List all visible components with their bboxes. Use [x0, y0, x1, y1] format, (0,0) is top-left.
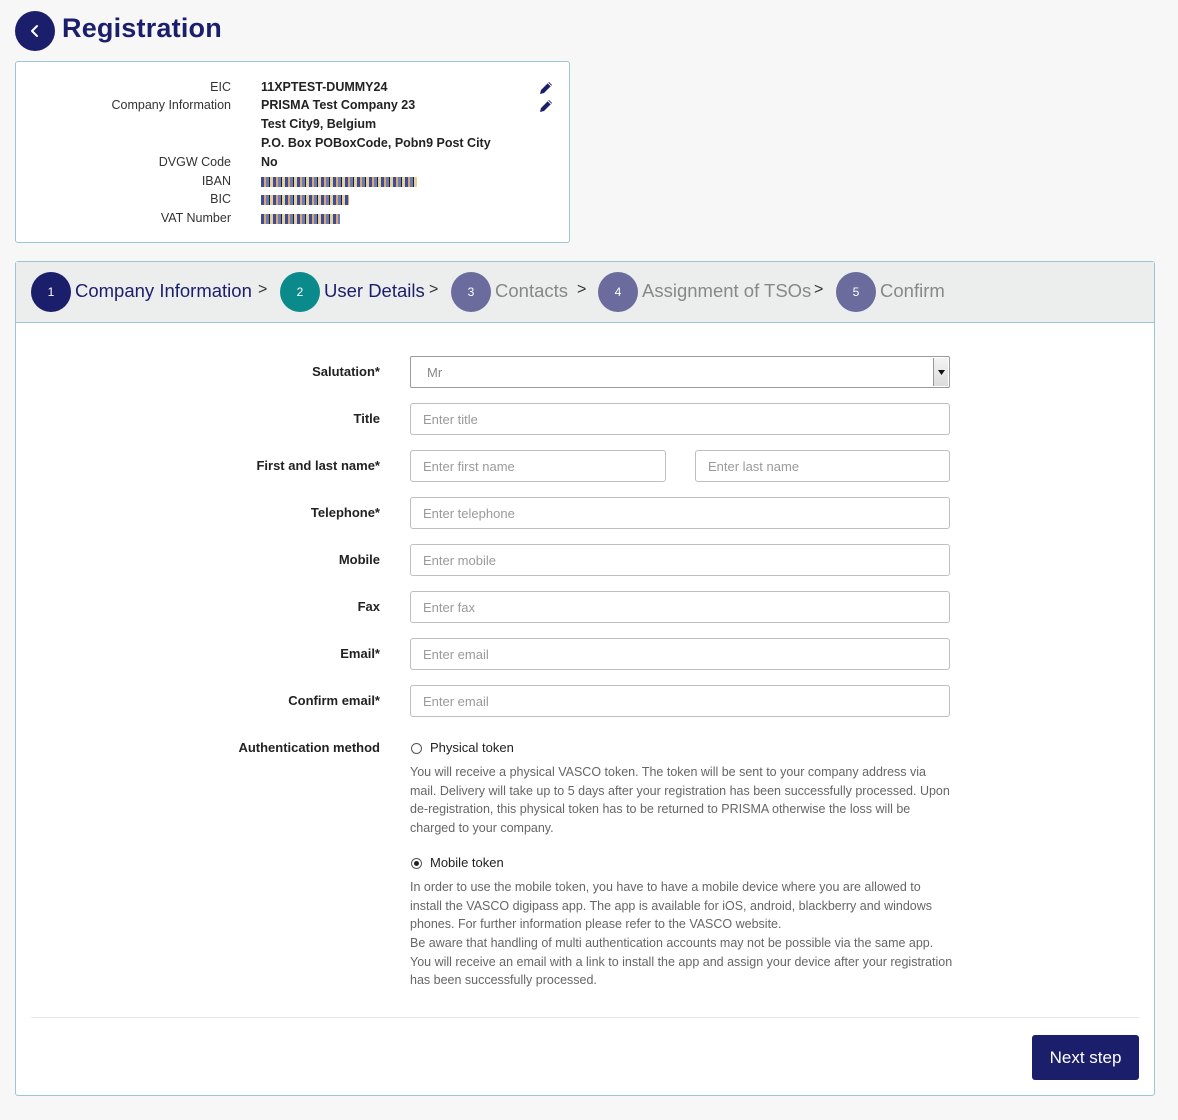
mobile-label: Mobile [338, 552, 380, 567]
fax-label: Fax [357, 599, 380, 614]
step-4-circle: 4 [598, 272, 638, 312]
physical-token-label[interactable]: Physical token [430, 740, 514, 755]
physical-token-help: You will receive a physical VASCO token.… [410, 765, 950, 835]
divider [31, 1017, 1139, 1018]
physical-token-radio[interactable] [411, 743, 422, 754]
step-2-circle[interactable]: 2 [280, 272, 320, 312]
mobile-token-label[interactable]: Mobile token [430, 855, 504, 870]
company-summary-card: EIC 11XPTEST-DUMMY24 Company Information… [15, 61, 570, 243]
step-4-label: Assignment of TSOs [642, 280, 812, 301]
step-5-label: Confirm [880, 280, 945, 301]
back-button[interactable] [15, 11, 55, 51]
chevron-left-icon [31, 25, 38, 37]
vat-label: VAT Number [160, 211, 231, 225]
confirm-email-label: Confirm email* [288, 693, 380, 708]
title-label: Title [353, 411, 381, 426]
step-separator: > [429, 281, 439, 298]
pencil-icon[interactable] [538, 80, 554, 96]
dropdown-arrow-icon[interactable] [933, 358, 948, 386]
step-separator: > [258, 281, 268, 298]
fax-input[interactable] [410, 591, 950, 623]
mobile-token-help: In order to use the mobile token, you ha… [410, 880, 933, 932]
title-input[interactable] [410, 403, 950, 435]
next-step-button[interactable]: Next step [1032, 1035, 1139, 1080]
bic-label: BIC [210, 192, 231, 206]
salutation-label: Salutation* [312, 364, 380, 379]
telephone-input[interactable] [410, 497, 950, 529]
dvgw-value: No [261, 155, 278, 169]
confirm-email-input[interactable] [410, 685, 950, 717]
dvgw-label: DVGW Code [158, 155, 231, 169]
telephone-label: Telephone* [310, 505, 380, 520]
step-indicator: 1 Company Information > 2 User Details >… [16, 262, 1154, 323]
auth-method-label: Authentication method [238, 740, 380, 755]
pencil-icon[interactable] [538, 98, 554, 114]
step-3-circle: 3 [451, 272, 491, 312]
salutation-select[interactable]: Mr [410, 356, 950, 388]
bic-masked-value [261, 195, 349, 205]
step-1-label[interactable]: Company Information [75, 280, 252, 302]
last-name-input[interactable] [695, 450, 950, 482]
company-address-value: P.O. Box POBoxCode, Pobn9 Post City [261, 136, 491, 150]
email-label: Email* [340, 646, 380, 661]
mobile-token-help-note: Be aware that handling of multi authenti… [410, 936, 953, 988]
name-label: First and last name* [256, 458, 380, 473]
company-info-label: Company Information [111, 98, 231, 112]
step-separator: > [577, 281, 587, 298]
iban-masked-value [261, 177, 417, 187]
email-input[interactable] [410, 638, 950, 670]
eic-label: EIC [210, 80, 231, 94]
step-separator: > [814, 281, 824, 298]
eic-value: 11XPTEST-DUMMY24 [261, 80, 388, 94]
step-5-circle: 5 [836, 272, 876, 312]
step-2-label[interactable]: User Details [324, 280, 425, 302]
vat-masked-value [261, 214, 340, 224]
company-name-value: PRISMA Test Company 23 [261, 98, 416, 112]
first-name-input[interactable] [410, 450, 666, 482]
step-3-label: Contacts [495, 280, 569, 301]
page-title: Registration [62, 13, 222, 43]
mobile-input[interactable] [410, 544, 950, 576]
company-city-value: Test City9, Belgium [261, 117, 377, 131]
salutation-value: Mr [427, 365, 443, 380]
registration-wizard: 1 Company Information > 2 User Details >… [15, 261, 1155, 1096]
step-1-circle[interactable]: 1 [31, 272, 71, 312]
iban-label: IBAN [201, 174, 231, 188]
mobile-token-radio[interactable] [411, 858, 422, 869]
